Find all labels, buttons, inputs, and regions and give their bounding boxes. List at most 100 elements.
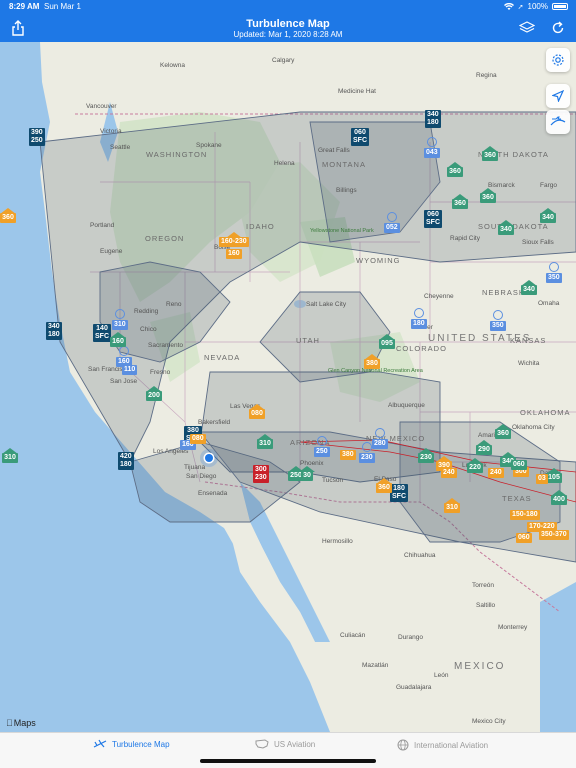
status-time: 8:29 AM — [9, 2, 40, 11]
light-turbulence-marker[interactable]: 360 — [447, 162, 463, 177]
home-indicator[interactable] — [200, 759, 376, 763]
marker-value: 290 — [476, 445, 492, 455]
marker-value: 350 — [546, 273, 562, 283]
marker-top: 340 — [427, 111, 439, 118]
pirep-marker[interactable]: 340 180 — [46, 322, 62, 340]
city-label: Sioux Falls — [522, 239, 554, 246]
tab-turbulence-map[interactable]: Turbulence Map — [93, 739, 170, 749]
marker-value: 160-230 — [219, 237, 249, 247]
pirep-marker[interactable]: 340 180 — [425, 110, 441, 128]
marker-value: 360 — [447, 167, 463, 177]
state-label: WASHINGTON — [146, 150, 208, 159]
country-label: MEXICO — [454, 661, 506, 672]
city-label: León — [434, 672, 449, 679]
light-turbulence-marker[interactable]: 360 — [480, 188, 496, 203]
smooth-marker[interactable]: 180 — [411, 308, 427, 329]
light-turbulence-marker[interactable]: 200 — [146, 386, 162, 401]
city-label: Omaha — [538, 300, 560, 307]
smooth-marker[interactable]: 350 — [546, 262, 562, 283]
city-label: Seattle — [110, 144, 131, 151]
light-turbulence-marker[interactable]: 060 — [511, 460, 527, 470]
current-location-button[interactable] — [546, 84, 570, 108]
light-turbulence-marker[interactable]: 095 — [379, 334, 395, 349]
light-turbulence-marker[interactable]: 360 — [482, 146, 498, 161]
smooth-icon — [548, 262, 559, 272]
light-turbulence-marker[interactable]: 310 — [257, 434, 273, 449]
light-turbulence-marker[interactable]: 400 — [551, 490, 567, 505]
moderate-turbulence-marker[interactable]: 380 — [340, 450, 356, 460]
marker-value: 043 — [424, 148, 440, 158]
turbulence-map[interactable]: WASHINGTON OREGON IDAHO MONTANA WYOMING … — [0, 42, 576, 732]
light-turbulence-marker[interactable]: 290 — [476, 440, 492, 455]
marker-value: 30 — [301, 471, 313, 481]
moderate-turbulence-marker[interactable]: 080 — [249, 404, 265, 419]
state-label: COLORADO — [396, 344, 447, 353]
marker-value: 230 — [359, 453, 375, 463]
city-label: Ensenada — [198, 490, 228, 497]
map-settings-button[interactable] — [546, 48, 570, 72]
tab-international-aviation[interactable]: International Aviation — [397, 739, 488, 751]
marker-value: 160 — [226, 249, 242, 259]
flight-route-button[interactable] — [546, 110, 570, 134]
city-label: Rapid City — [450, 235, 480, 242]
refresh-button[interactable] — [547, 17, 569, 39]
moderate-turbulence-marker[interactable]: 360 — [0, 208, 16, 223]
moderate-turbulence-marker[interactable]: 160 — [226, 249, 242, 259]
light-turbulence-marker[interactable]: 340 — [540, 208, 556, 223]
city-label: Tijuana — [184, 464, 206, 471]
smooth-marker[interactable]: 250 — [314, 436, 330, 457]
light-turbulence-marker[interactable]: 340 — [498, 220, 514, 235]
smooth-marker[interactable]: 043 — [424, 137, 440, 158]
marker-value: 240 — [441, 468, 457, 478]
light-turbulence-marker[interactable]: 230 — [418, 448, 434, 463]
smooth-marker[interactable]: 310 — [112, 309, 128, 330]
gear-icon — [552, 54, 564, 66]
pirep-marker[interactable]: 390 250 — [29, 128, 45, 146]
marker-value: 095 — [379, 339, 395, 349]
light-turbulence-marker[interactable]: 340 — [521, 280, 537, 295]
us-map-icon — [255, 739, 269, 749]
pirep-marker[interactable]: 180 SFC — [390, 484, 408, 502]
moderate-turbulence-marker[interactable]: 360 — [376, 478, 392, 493]
pirep-marker-severe[interactable]: 300 230 — [253, 465, 269, 483]
pirep-marker[interactable]: 140 SFC — [93, 324, 111, 342]
light-turbulence-marker[interactable]: 220 — [467, 458, 483, 473]
pirep-marker[interactable]: 060 SFC — [424, 210, 442, 228]
light-turbulence-marker[interactable]: 160 — [110, 332, 126, 347]
pirep-marker[interactable]: 060 SFC — [351, 128, 369, 146]
layers-button[interactable] — [516, 17, 538, 39]
light-turbulence-marker[interactable]: 310 — [2, 448, 18, 463]
tab-label: International Aviation — [414, 740, 489, 750]
moderate-turbulence-marker[interactable]: 160-230 — [219, 232, 249, 247]
moderate-turbulence-marker[interactable]: 380 — [364, 354, 380, 369]
refresh-icon — [552, 21, 564, 34]
city-label: Spokane — [196, 142, 222, 149]
light-turbulence-marker[interactable]: 105 — [546, 468, 562, 483]
moderate-turbulence-marker[interactable]: 060 — [516, 533, 532, 543]
moderate-turbulence-marker[interactable]: 150-180 — [510, 510, 540, 520]
moderate-turbulence-marker[interactable]: 310 — [444, 498, 460, 513]
smooth-marker[interactable]: 160 — [116, 346, 132, 367]
light-turbulence-marker[interactable]: 360 — [452, 194, 468, 209]
light-turbulence-marker[interactable]: 360 — [495, 424, 511, 439]
smooth-icon — [492, 310, 503, 320]
pirep-marker[interactable]: 420 180 — [118, 452, 134, 470]
smooth-marker[interactable]: 110 — [122, 365, 138, 375]
city-label: Fresno — [150, 369, 171, 376]
moderate-turbulence-marker[interactable]: 080 — [190, 434, 206, 444]
marker-top: 390 — [31, 129, 43, 136]
marker-value: 350-370 — [539, 530, 569, 540]
marker-value: 03 — [536, 474, 548, 484]
moderate-turbulence-marker[interactable]: 240 — [441, 468, 457, 478]
city-label: Victoria — [100, 128, 122, 135]
smooth-icon — [374, 428, 385, 438]
marker-bottom: 250 — [31, 137, 43, 144]
light-turbulence-marker[interactable]: 30 — [299, 466, 315, 481]
smooth-marker[interactable]: 052 — [384, 212, 400, 233]
smooth-marker[interactable]: 350 — [490, 310, 506, 331]
moderate-turbulence-marker[interactable]: 03 — [536, 474, 548, 484]
tab-us-aviation[interactable]: US Aviation — [255, 739, 315, 749]
moderate-turbulence-marker[interactable]: 240 — [488, 468, 504, 478]
moderate-turbulence-marker[interactable]: 350-370 — [539, 530, 569, 540]
smooth-marker[interactable]: 280 — [372, 428, 388, 449]
